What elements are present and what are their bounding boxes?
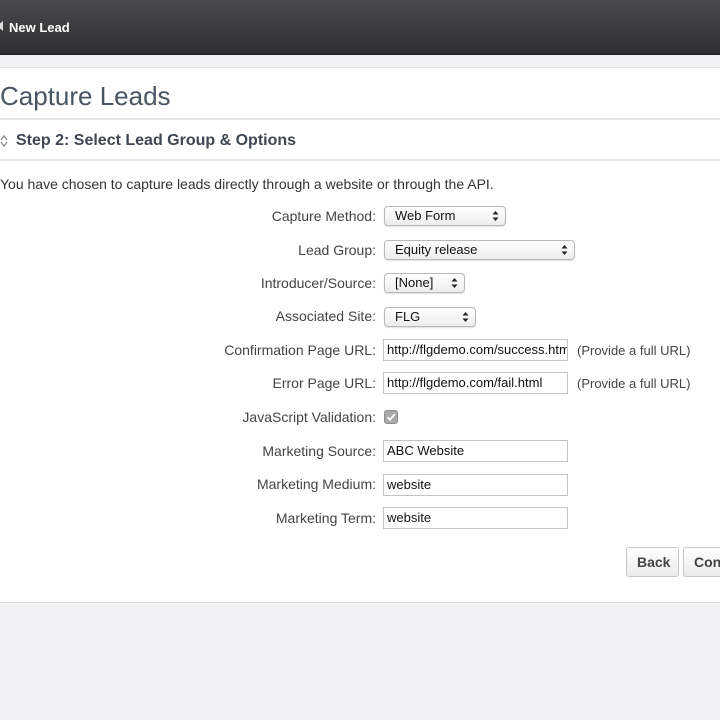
lead-group-label: Lead Group:	[298, 242, 376, 258]
introducer-select[interactable]: [None]	[384, 273, 465, 293]
divider	[0, 118, 720, 120]
top-bar: New Lead	[0, 0, 720, 55]
capture-method-select[interactable]: Web Form	[384, 206, 506, 226]
confirmation-url-hint: (Provide a full URL)	[577, 343, 691, 358]
capture-method-value: Web Form	[395, 208, 456, 223]
introducer-value: [None]	[395, 275, 434, 290]
js-validation-label: JavaScript Validation:	[242, 409, 376, 425]
continue-button[interactable]: Continue	[683, 547, 720, 577]
intro-text: You have chosen to capture leads directl…	[0, 176, 494, 192]
error-url-label: Error Page URL:	[272, 375, 376, 391]
marketing-term-input[interactable]: website	[383, 507, 568, 529]
select-arrows-icon	[492, 211, 499, 221]
error-url-hint: (Provide a full URL)	[577, 376, 691, 391]
marketing-source-input[interactable]: ABC Website	[383, 440, 568, 462]
page-title: Capture Leads	[0, 81, 171, 111]
confirmation-url-label: Confirmation Page URL:	[224, 342, 376, 358]
marketing-medium-input[interactable]: website	[383, 474, 568, 496]
select-arrows-icon	[462, 312, 469, 322]
divider	[0, 159, 720, 161]
associated-site-select[interactable]: FLG	[384, 307, 476, 327]
marketing-term-label: Marketing Term:	[275, 510, 376, 526]
select-arrows-icon	[561, 245, 568, 255]
js-validation-checkbox[interactable]	[384, 410, 398, 424]
collapse-arrows-icon[interactable]	[0, 135, 8, 147]
marketing-source-label: Marketing Source:	[262, 443, 376, 459]
back-button[interactable]: Back	[626, 547, 679, 577]
error-url-input[interactable]: http://flgdemo.com/fail.html	[383, 372, 568, 394]
associated-site-value: FLG	[395, 309, 421, 324]
header-title[interactable]: New Lead	[9, 20, 70, 35]
marketing-medium-label: Marketing Medium:	[256, 476, 376, 492]
lead-group-select[interactable]: Equity release	[384, 240, 575, 260]
introducer-label: Introducer/Source:	[260, 275, 376, 291]
select-arrows-icon	[451, 278, 458, 288]
back-arrow-icon[interactable]	[0, 21, 3, 31]
confirmation-url-input[interactable]: http://flgdemo.com/success.html	[383, 339, 568, 361]
step-title[interactable]: Step 2: Select Lead Group & Options	[16, 132, 296, 150]
associated-site-label: Associated Site:	[275, 308, 376, 324]
checkmark-icon	[386, 413, 396, 422]
lead-group-value: Equity release	[395, 242, 478, 257]
capture-method-label: Capture Method:	[271, 208, 376, 224]
